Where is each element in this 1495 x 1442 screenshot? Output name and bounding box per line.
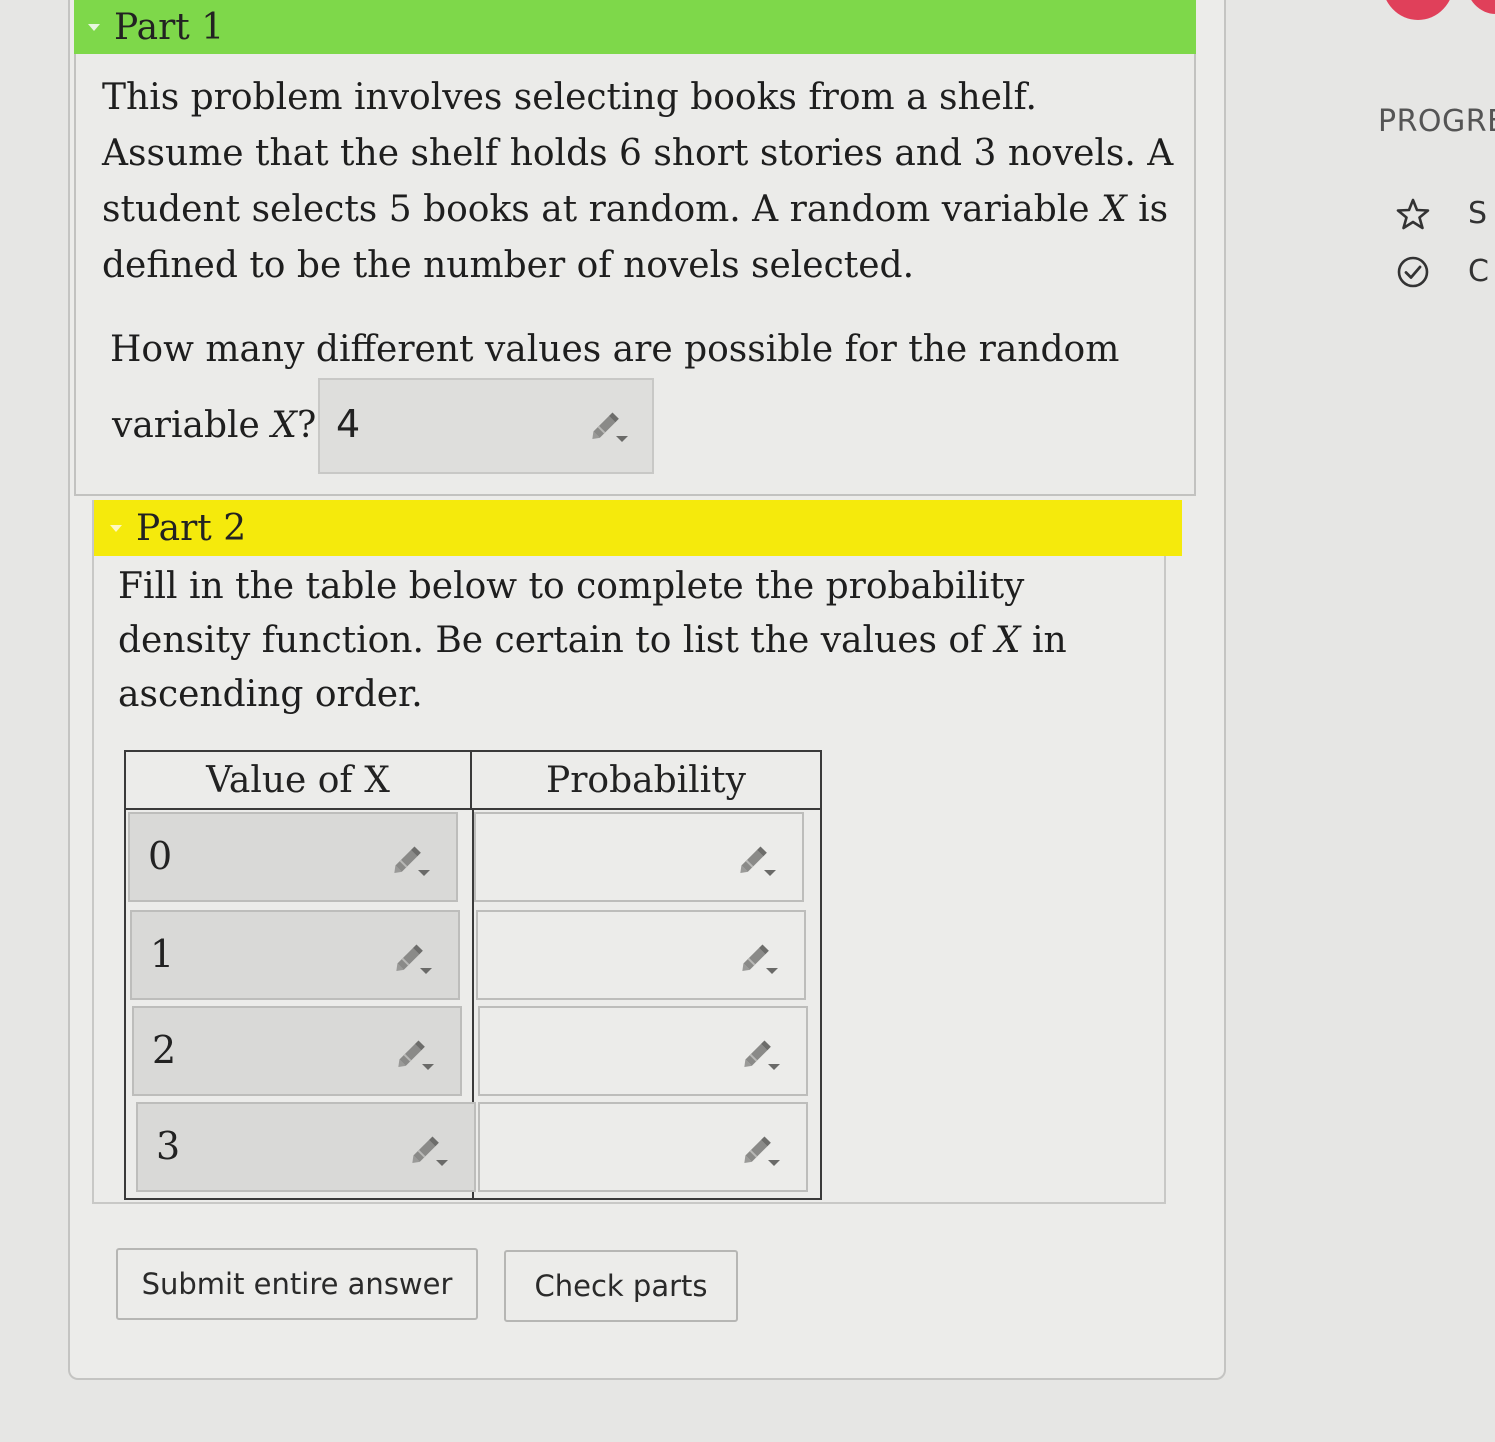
pencil-icon[interactable]	[740, 1034, 782, 1076]
pencil-icon[interactable]	[738, 938, 780, 980]
x-value: 2	[152, 1028, 177, 1072]
x-value: 0	[148, 834, 173, 878]
submit-entire-answer-button[interactable]: Submit entire answer	[116, 1248, 478, 1320]
part1-header[interactable]: Part 1	[74, 0, 1196, 54]
probability-input-row-3[interactable]	[478, 1102, 808, 1192]
part2-instructions: Fill in the table below to complete the …	[118, 566, 1067, 715]
part2-header[interactable]: Part 2	[94, 500, 1182, 556]
sidebar-item-star[interactable]: S	[1396, 196, 1487, 231]
probability-input-row-0[interactable]	[474, 812, 804, 902]
values-count-value: 4	[336, 402, 361, 446]
star-icon	[1396, 198, 1430, 229]
check-parts-button[interactable]: Check parts	[504, 1250, 738, 1322]
probability-input-row-2[interactable]	[478, 1006, 808, 1096]
part2-title: Part 2	[136, 507, 247, 549]
x-value-input-row-0[interactable]: 0	[128, 812, 458, 902]
probability-input-row-1[interactable]	[476, 910, 806, 1000]
part1-question-line2: variable X?	[112, 405, 317, 446]
x-value-input-row-1[interactable]: 1	[130, 910, 460, 1000]
part1-title: Part 1	[114, 6, 225, 48]
part1-question-line1: How many different values are possible f…	[110, 329, 1120, 370]
part1-problem-text: This problem involves selecting books fr…	[102, 77, 1174, 286]
pencil-icon[interactable]	[394, 1034, 436, 1076]
collapse-caret-icon[interactable]	[88, 23, 100, 31]
values-count-input[interactable]: 4	[318, 378, 654, 474]
collapse-caret-icon[interactable]	[110, 524, 122, 532]
pencil-icon[interactable]	[408, 1130, 450, 1172]
x-value-input-row-2[interactable]: 2	[132, 1006, 462, 1096]
x-value-input-row-3[interactable]: 3	[136, 1102, 476, 1192]
x-value: 3	[156, 1124, 181, 1168]
notification-badge[interactable]	[1466, 0, 1495, 14]
pencil-icon[interactable]	[736, 840, 778, 882]
header-value-of-x: Value of X	[126, 752, 472, 810]
progress-title: PROGRE	[1378, 104, 1495, 139]
sidebar-item-label: S	[1468, 196, 1488, 231]
sidebar-item-check[interactable]: C	[1396, 254, 1489, 289]
check-circle-icon	[1397, 256, 1429, 287]
pencil-icon[interactable]	[390, 840, 432, 882]
sidebar-item-label: C	[1468, 254, 1489, 289]
pencil-icon[interactable]	[740, 1130, 782, 1172]
x-value: 1	[150, 932, 175, 976]
avatar[interactable]	[1382, 0, 1454, 20]
header-probability: Probability	[472, 752, 820, 810]
pencil-icon[interactable]	[392, 938, 434, 980]
pencil-icon[interactable]	[588, 406, 630, 448]
